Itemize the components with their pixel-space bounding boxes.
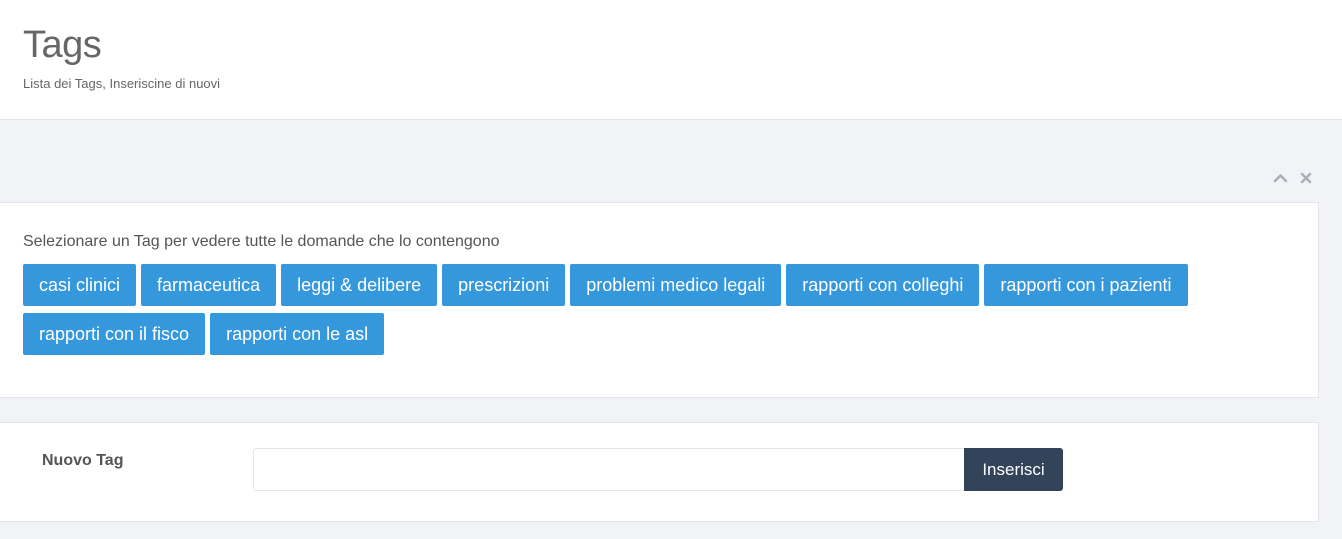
tag-button[interactable]: rapporti con il fisco xyxy=(23,313,206,355)
tag-button[interactable]: prescrizioni xyxy=(442,264,566,306)
new-tag-label: Nuovo Tag xyxy=(42,452,124,469)
tag-button[interactable]: casi clinici xyxy=(23,264,137,306)
tag-button[interactable]: farmaceutica xyxy=(141,264,277,306)
tag-button[interactable]: problemi medico legali xyxy=(570,264,782,306)
tag-button[interactable]: rapporti con colleghi xyxy=(786,264,980,306)
tags-card: Selezionare un Tag per vedere tutte le d… xyxy=(0,202,1319,398)
tag-button[interactable]: leggi & delibere xyxy=(281,264,438,306)
page-subtitle: Lista dei Tags, Inseriscine di nuovi xyxy=(23,76,221,91)
insert-button[interactable]: Inserisci xyxy=(964,448,1063,491)
tag-button[interactable]: rapporti con le asl xyxy=(210,313,385,355)
page-title: Tags xyxy=(23,24,102,66)
close-icon[interactable] xyxy=(1297,170,1314,187)
tag-button[interactable]: rapporti con i pazienti xyxy=(984,264,1188,306)
new-tag-input[interactable] xyxy=(253,448,965,491)
tag-list: casi clinici farmaceutica leggi & delibe… xyxy=(23,264,1283,355)
portlet-tools xyxy=(1272,168,1314,188)
tags-hint: Selezionare un Tag per vedere tutte le d… xyxy=(23,233,500,250)
new-tag-form: Nuovo Tag Inserisci xyxy=(0,422,1319,522)
chevron-up-icon[interactable] xyxy=(1272,170,1289,187)
page-header: Tags Lista dei Tags, Inseriscine di nuov… xyxy=(0,0,1342,120)
